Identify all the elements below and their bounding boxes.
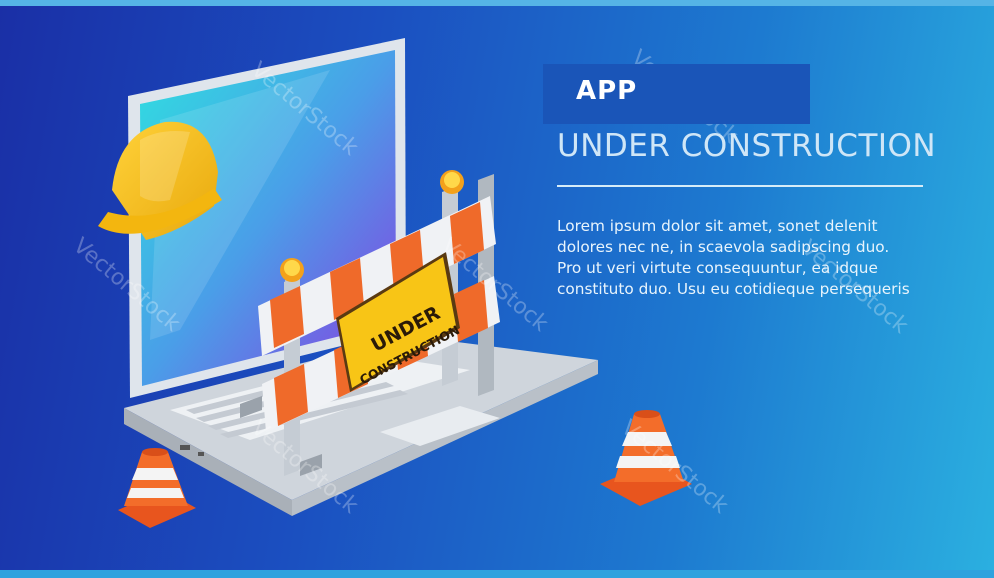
traffic-cone-icon bbox=[118, 448, 196, 528]
body-line: constituto duo. Usu eu cotidieque perseq… bbox=[557, 280, 910, 298]
bottom-stripe bbox=[0, 570, 994, 578]
body-line: Lorem ipsum dolor sit amet, sonet deleni… bbox=[557, 217, 878, 235]
divider bbox=[557, 185, 923, 187]
app-label: APP bbox=[576, 76, 638, 106]
headline: UNDER CONSTRUCTION bbox=[557, 128, 937, 164]
body-line: Pro ut veri virtute consequuntur, ea idq… bbox=[557, 259, 878, 277]
body-line: dolores nec ne, in scaevola sadipscing d… bbox=[557, 238, 890, 256]
construction-banner: UNDER CONSTRUCTION VectorStock VectorSto… bbox=[0, 0, 994, 578]
body-text: Lorem ipsum dolor sit amet, sonet deleni… bbox=[557, 216, 937, 300]
